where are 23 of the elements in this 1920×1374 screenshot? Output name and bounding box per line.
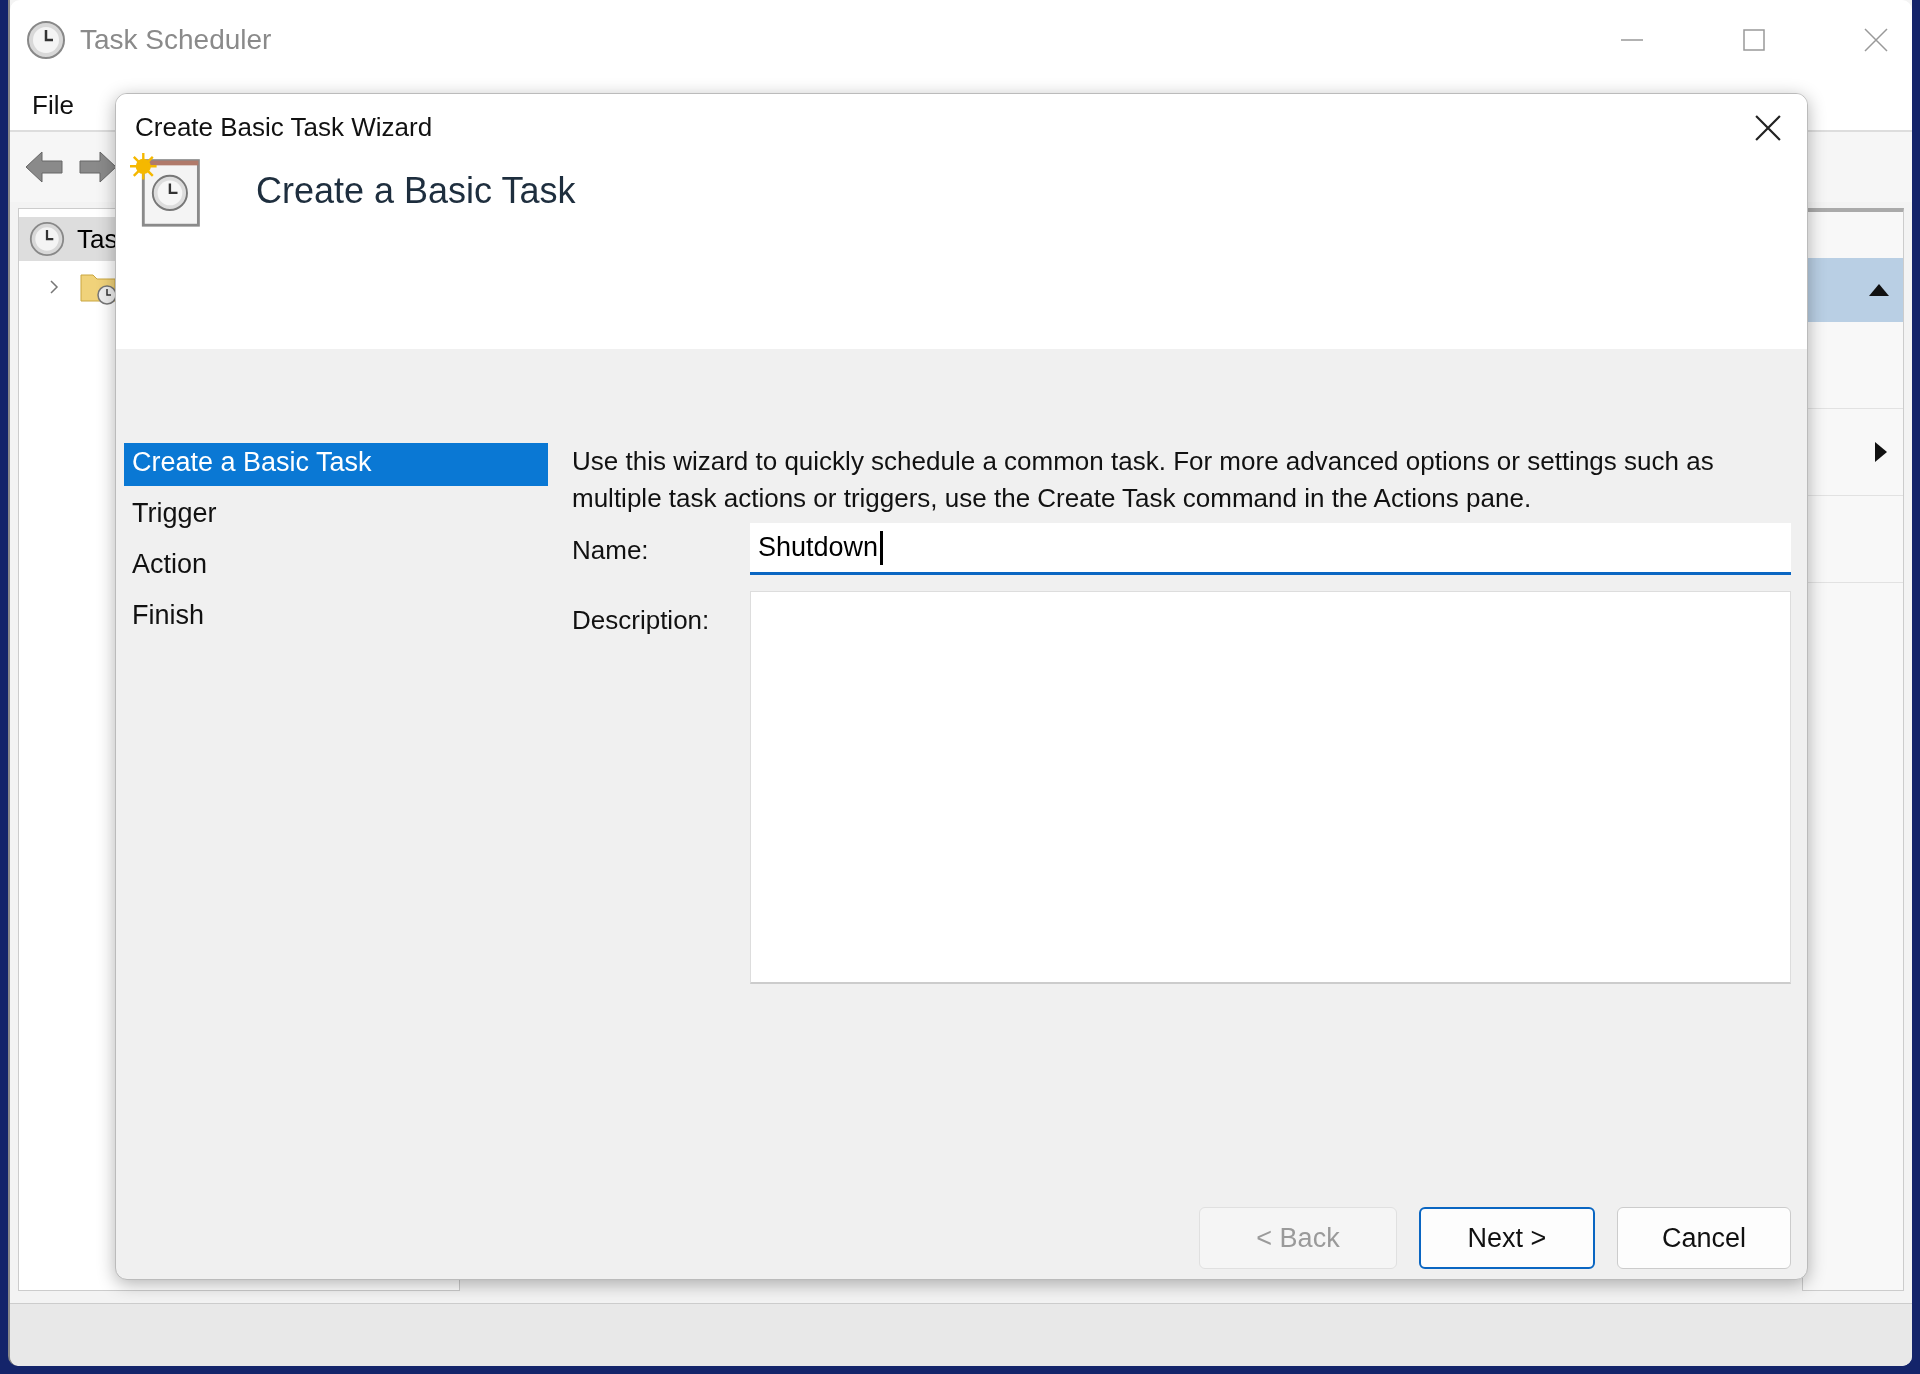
submenu-triangle-icon[interactable]: [1875, 442, 1887, 462]
description-field[interactable]: [750, 591, 1791, 984]
wizard-step[interactable]: Trigger: [124, 494, 548, 537]
name-field[interactable]: Shutdown: [750, 523, 1791, 575]
close-icon[interactable]: [1755, 114, 1781, 141]
window-title: Task Scheduler: [80, 24, 272, 56]
dialog-button[interactable]: Cancel: [1617, 1207, 1791, 1269]
field-label: Description:: [572, 604, 711, 636]
wizard-step[interactable]: Action: [124, 545, 548, 588]
clock-icon: [29, 221, 65, 257]
back-arrow-icon[interactable]: [24, 149, 64, 185]
wizard-step[interactable]: Create a Basic Task: [124, 443, 548, 486]
wizard-heading: Create a Basic Task: [256, 170, 576, 212]
wizard-step[interactable]: Finish: [124, 596, 548, 639]
dialog-button[interactable]: Next >: [1419, 1207, 1595, 1269]
dialog-title: Create Basic Task Wizard: [135, 112, 433, 143]
forward-arrow-icon[interactable]: [78, 149, 118, 185]
clock-icon: [26, 20, 66, 60]
menu-item[interactable]: File: [32, 89, 74, 121]
collapse-triangle-icon[interactable]: [1869, 284, 1889, 296]
chevron-icon[interactable]: [49, 279, 59, 295]
field-label: Name:: [572, 533, 650, 566]
intro-text: Use this wizard to quickly schedule a common task. For more advanced options or settings such as multiple task actions or triggers, use the Create Task command in the Actions pane.: [572, 445, 1715, 515]
